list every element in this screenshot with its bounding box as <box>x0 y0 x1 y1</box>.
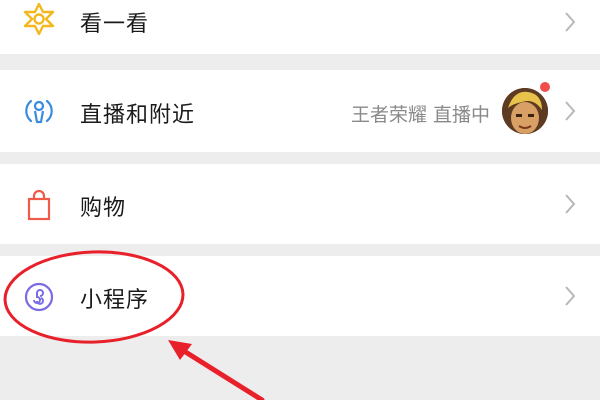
menu-item-live-nearby[interactable]: 直播和附近 王者荣耀 直播中 <box>0 70 600 152</box>
mini-program-icon <box>22 280 56 314</box>
menu-item-mini-program[interactable]: 小程序 <box>0 256 600 336</box>
star-icon <box>22 2 56 36</box>
chevron-right-icon <box>565 286 576 306</box>
chevron-right-icon <box>565 12 576 32</box>
menu-item-look[interactable]: 看一看 <box>0 0 600 54</box>
chevron-right-icon <box>565 101 576 121</box>
menu-item-label: 直播和附近 <box>80 103 196 128</box>
menu-item-label: 购物 <box>80 196 127 221</box>
avatar <box>502 88 548 134</box>
menu-item-shopping[interactable]: 购物 <box>0 164 600 244</box>
notification-dot <box>538 80 552 94</box>
chevron-right-icon <box>565 194 576 214</box>
menu-item-label: 小程序 <box>80 288 150 313</box>
menu-item-label: 看一看 <box>80 12 150 37</box>
location-broadcast-icon <box>22 94 56 128</box>
shopping-bag-icon <box>22 188 56 222</box>
live-status-text: 王者荣耀 直播中 <box>350 104 490 126</box>
